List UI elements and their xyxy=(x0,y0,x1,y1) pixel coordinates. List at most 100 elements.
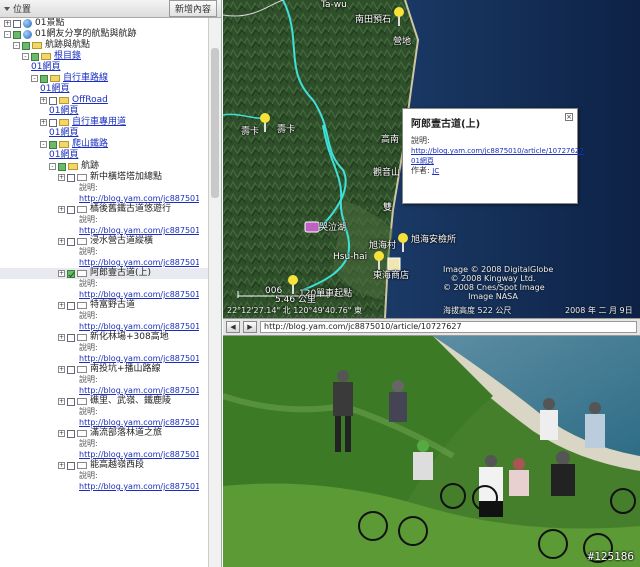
track-url-link[interactable]: http://blog.yam.com/jc8875010/ar xyxy=(79,449,199,460)
expand-icon[interactable]: + xyxy=(40,119,47,126)
visibility-checkbox[interactable] xyxy=(67,205,75,214)
tree-item[interactable]: + 自行車專用道 xyxy=(0,117,208,128)
track-item[interactable]: + 南投坑+播山路線 xyxy=(0,364,208,375)
track-item[interactable]: + 浸水營古道縱橫 xyxy=(0,236,208,247)
label-shouka-2: 壽卡 xyxy=(277,125,296,135)
visibility-checkbox[interactable] xyxy=(49,118,57,127)
scale-label: 5.46 公里 xyxy=(275,295,316,305)
visibility-checkbox[interactable] xyxy=(67,237,75,246)
tree-item[interactable]: - 航跡 xyxy=(0,161,208,172)
expand-icon[interactable]: + xyxy=(58,430,65,437)
tree-item-label[interactable]: 01網頁 xyxy=(49,128,78,139)
tree-item[interactable]: - 航跡與航點 xyxy=(0,40,208,51)
track-url-link[interactable]: http://blog.yam.com/jc8875010/ar xyxy=(79,225,199,236)
tree-item-label[interactable]: 01網頁 xyxy=(49,106,78,117)
tree-item[interactable]: 01網頁 xyxy=(0,84,208,95)
balloon-page-link[interactable]: 01網頁 xyxy=(411,156,569,166)
tree-item-label: 航跡 xyxy=(81,161,100,171)
expand-icon[interactable]: + xyxy=(58,206,65,213)
tree-item[interactable]: 01網頁 xyxy=(0,128,208,139)
track-url-link[interactable]: http://blog.yam.com/jc8875010/ar xyxy=(79,193,199,204)
track-item[interactable]: + 新化林場+308高地 xyxy=(0,332,208,343)
track-url-link[interactable]: http://blog.yam.com/jc8875010/ar xyxy=(79,321,199,332)
url-input[interactable]: http://blog.yam.com/jc8875010/article/10… xyxy=(260,321,637,333)
collapse-icon[interactable]: - xyxy=(13,42,20,49)
tree-item-label[interactable]: 根目錄 xyxy=(54,51,81,62)
tree-item[interactable]: 01網頁 xyxy=(0,62,208,73)
expand-icon[interactable]: + xyxy=(58,462,65,469)
tree-item[interactable]: - 爬山鐵路 xyxy=(0,139,208,150)
tree-item[interactable]: - 根目錄 xyxy=(0,51,208,62)
tree-item-label[interactable]: 爬山鐵路 xyxy=(72,139,108,150)
visibility-checkbox[interactable] xyxy=(67,269,75,278)
expand-icon[interactable]: + xyxy=(58,174,65,181)
visibility-checkbox[interactable] xyxy=(13,19,21,28)
tree-item-label[interactable]: 01網頁 xyxy=(40,84,69,95)
collapse-icon[interactable]: - xyxy=(31,75,38,82)
tree-item-label[interactable]: OffRoad xyxy=(72,95,108,106)
visibility-checkbox[interactable] xyxy=(31,52,39,61)
track-folder-icon xyxy=(77,206,87,213)
collapse-icon[interactable]: - xyxy=(22,53,29,60)
visibility-checkbox[interactable] xyxy=(22,41,30,50)
visibility-checkbox[interactable] xyxy=(13,30,21,39)
expand-icon[interactable]: + xyxy=(58,398,65,405)
collapse-icon[interactable]: - xyxy=(40,141,47,148)
visibility-checkbox[interactable] xyxy=(67,301,75,310)
track-name: 特富野古道 xyxy=(90,300,136,310)
track-url-link[interactable]: http://blog.yam.com/jc8875010/ar xyxy=(79,385,199,396)
track-item[interactable]: + 新中橫塔塔加總點 xyxy=(0,172,208,183)
expand-icon[interactable]: + xyxy=(58,238,65,245)
visibility-checkbox[interactable] xyxy=(67,365,75,374)
close-icon[interactable]: × xyxy=(565,113,573,121)
tree-item[interactable]: +01景點 xyxy=(0,18,208,29)
collapse-icon[interactable]: - xyxy=(49,163,56,170)
forward-button[interactable]: ▶ xyxy=(243,321,257,333)
tree-item-label[interactable]: 01網頁 xyxy=(49,150,78,161)
panel-title-area[interactable]: 位置 xyxy=(4,2,31,15)
track-url-link[interactable]: http://blog.yam.com/jc8875010/ar xyxy=(79,481,199,492)
expand-icon[interactable]: + xyxy=(58,270,65,277)
scrollbar-thumb[interactable] xyxy=(211,48,219,198)
track-url-link[interactable]: http://blog.yam.com/jc8875010/ar xyxy=(79,289,199,300)
track-url-link[interactable]: http://blog.yam.com/jc8875010/ar xyxy=(79,417,199,428)
tree-item-label[interactable]: 自行車路線 xyxy=(63,73,108,84)
tree-item[interactable]: 01網頁 xyxy=(0,106,208,117)
back-button[interactable]: ◀ xyxy=(226,321,240,333)
add-content-button[interactable]: 新增內容 xyxy=(168,0,217,17)
track-item[interactable]: + 阿郎壹古道(上) xyxy=(0,268,208,279)
tree-scrollbar[interactable] xyxy=(208,18,221,567)
visibility-checkbox[interactable] xyxy=(67,397,75,406)
visibility-checkbox[interactable] xyxy=(40,74,48,83)
track-item[interactable]: + 特富野古道 xyxy=(0,300,208,311)
visibility-checkbox[interactable] xyxy=(67,333,75,342)
author-link[interactable]: JC xyxy=(432,167,439,175)
balloon-article-link[interactable]: http://blog.yam.com/jc8875010/article/10… xyxy=(411,146,584,156)
collapse-icon[interactable]: - xyxy=(4,31,11,38)
track-item[interactable]: + 礁里、武嶺、鐵鹿陵 xyxy=(0,396,208,407)
visibility-checkbox[interactable] xyxy=(67,461,75,470)
track-url-link[interactable]: http://blog.yam.com/jc8875010/ar xyxy=(79,353,199,364)
track-name: 新中橫塔塔加總點 xyxy=(90,172,163,182)
visibility-checkbox[interactable] xyxy=(67,429,75,438)
visibility-checkbox[interactable] xyxy=(58,162,66,171)
visibility-checkbox[interactable] xyxy=(49,96,57,105)
track-url-link[interactable]: http://blog.yam.com/jc8875010/ar xyxy=(79,257,199,268)
collapse-caret-icon[interactable] xyxy=(4,6,10,11)
expand-icon[interactable]: + xyxy=(40,97,47,104)
expand-icon[interactable]: + xyxy=(4,20,11,27)
track-item[interactable]: + 能高越嶺西段 xyxy=(0,460,208,471)
tree-item-label[interactable]: 自行車專用道 xyxy=(72,117,126,128)
tree-item[interactable]: - 自行車路線 xyxy=(0,73,208,84)
visibility-checkbox[interactable] xyxy=(49,140,57,149)
expand-icon[interactable]: + xyxy=(58,302,65,309)
track-item[interactable]: + 滿流部落林道之旅 xyxy=(0,428,208,439)
tree-item[interactable]: + OffRoad xyxy=(0,95,208,106)
visibility-checkbox[interactable] xyxy=(67,173,75,182)
tree-item[interactable]: - 01網友分享的航點與航跡 xyxy=(0,29,208,40)
tree-item[interactable]: 01網頁 xyxy=(0,150,208,161)
track-item[interactable]: + 橘後舊鐵古道悠遊行 xyxy=(0,204,208,215)
expand-icon[interactable]: + xyxy=(58,334,65,341)
expand-icon[interactable]: + xyxy=(58,366,65,373)
tree-item-label[interactable]: 01網頁 xyxy=(31,62,60,73)
